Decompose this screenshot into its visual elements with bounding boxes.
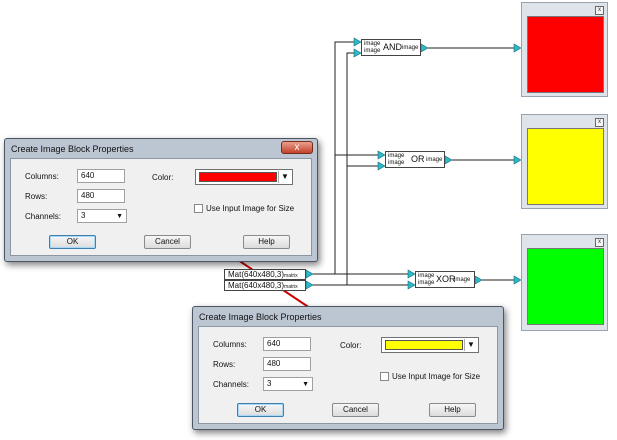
- color-swatch: [199, 172, 277, 182]
- use-input-size-label: Use Input Image for Size: [392, 372, 481, 381]
- source-block-2[interactable]: Mat(640x480,3)matrix: [224, 280, 306, 291]
- port-xor-out: [474, 275, 483, 285]
- xor-op-label: XOR: [436, 274, 456, 284]
- xor-out-label: image: [454, 277, 471, 283]
- viewer-window-3[interactable]: x: [521, 234, 608, 331]
- color-swatch: [385, 340, 463, 350]
- chevron-down-icon: ▼: [116, 213, 123, 220]
- port-xor-in1: [407, 269, 416, 279]
- and-op-label: AND: [383, 42, 403, 52]
- port-viewer3-in: [513, 275, 522, 285]
- columns-label: Columns:: [213, 340, 247, 349]
- or-op-label: OR: [411, 154, 425, 164]
- viewer-2-image: [527, 128, 604, 205]
- columns-input[interactable]: 640: [263, 337, 311, 351]
- xor-in1-label: image: [418, 273, 435, 279]
- port-and-in1: [353, 37, 362, 47]
- viewer-window-1[interactable]: x: [521, 2, 608, 97]
- port-xor-in2: [407, 280, 416, 290]
- viewer-3-image: [527, 248, 604, 325]
- color-select[interactable]: ▼: [195, 169, 293, 185]
- channels-value: 3: [81, 211, 86, 220]
- or-in2-label: image: [388, 160, 405, 166]
- and-in1-label: image: [364, 41, 381, 47]
- cancel-button[interactable]: Cancel: [144, 235, 191, 249]
- and-block[interactable]: image image AND image: [361, 39, 421, 56]
- port-and-in2: [353, 48, 362, 58]
- wire-src2-and: [313, 52, 354, 286]
- wire-src1-and: [313, 41, 354, 275]
- port-or-in1: [377, 150, 386, 160]
- dialog-1-title: Create Image Block Properties: [11, 144, 134, 154]
- chevron-down-icon[interactable]: ▼: [464, 339, 477, 351]
- channels-select[interactable]: 3 ▼: [77, 209, 127, 223]
- source-block-1[interactable]: Mat(640x480,3)matrix: [224, 269, 306, 280]
- use-input-size-checkbox[interactable]: [194, 204, 203, 213]
- dialog-1-close-button[interactable]: x: [281, 141, 313, 154]
- source-2-label: Mat(640x480,3): [228, 281, 285, 290]
- ok-button[interactable]: OK: [49, 235, 96, 249]
- color-label: Color:: [152, 173, 174, 182]
- xor-in2-label: image: [418, 280, 435, 286]
- port-and-out: [420, 43, 429, 53]
- or-out-label: image: [426, 157, 443, 163]
- port-viewer1-in: [513, 43, 522, 53]
- chevron-down-icon[interactable]: ▼: [278, 171, 291, 183]
- chevron-down-icon: ▼: [302, 381, 309, 388]
- dialog-2-body: Columns: 640 Rows: 480 Channels: 3 ▼ Col…: [198, 326, 498, 424]
- port-or-in2: [377, 161, 386, 171]
- use-input-size-label: Use Input Image for Size: [206, 204, 295, 213]
- viewer-2-close-icon[interactable]: x: [595, 118, 604, 127]
- source-1-port: matrix: [284, 273, 298, 279]
- source-2-port: matrix: [284, 284, 298, 290]
- columns-input[interactable]: 640: [77, 169, 125, 183]
- or-in1-label: image: [388, 153, 405, 159]
- source-1-label: Mat(640x480,3): [228, 270, 285, 279]
- cancel-button[interactable]: Cancel: [332, 403, 379, 417]
- port-viewer2-in: [513, 155, 522, 165]
- use-input-size-checkbox[interactable]: [380, 372, 389, 381]
- help-button[interactable]: Help: [429, 403, 476, 417]
- dialog-2-title: Create Image Block Properties: [199, 312, 322, 322]
- rows-input[interactable]: 480: [77, 189, 125, 203]
- viewer-1-close-icon[interactable]: x: [595, 6, 604, 15]
- and-out-label: image: [402, 45, 419, 51]
- rows-input[interactable]: 480: [263, 357, 311, 371]
- dialog-1-body: Columns: 640 Rows: 480 Channels: 3 ▼ Col…: [10, 158, 312, 256]
- or-block[interactable]: image image OR image: [385, 151, 445, 168]
- rows-label: Rows:: [25, 192, 48, 201]
- port-src2-out: [305, 280, 314, 290]
- viewer-3-close-icon[interactable]: x: [595, 238, 604, 247]
- viewer-window-2[interactable]: x: [521, 114, 608, 209]
- rows-label: Rows:: [213, 360, 236, 369]
- and-in2-label: image: [364, 48, 381, 54]
- columns-label: Columns:: [25, 172, 59, 181]
- port-src1-out: [305, 269, 314, 279]
- xor-block[interactable]: image image XOR image: [415, 271, 475, 288]
- properties-dialog-1[interactable]: Create Image Block Properties x Columns:…: [4, 138, 318, 262]
- channels-select[interactable]: 3 ▼: [263, 377, 313, 391]
- viewer-1-image: [527, 16, 604, 93]
- ok-button[interactable]: OK: [237, 403, 284, 417]
- color-label: Color:: [340, 341, 362, 350]
- port-or-out: [444, 155, 453, 165]
- channels-label: Channels:: [213, 380, 250, 389]
- channels-value: 3: [267, 379, 272, 388]
- color-select[interactable]: ▼: [381, 337, 479, 353]
- channels-label: Channels:: [25, 212, 62, 221]
- help-button[interactable]: Help: [243, 235, 290, 249]
- properties-dialog-2[interactable]: Create Image Block Properties x Columns:…: [192, 306, 504, 430]
